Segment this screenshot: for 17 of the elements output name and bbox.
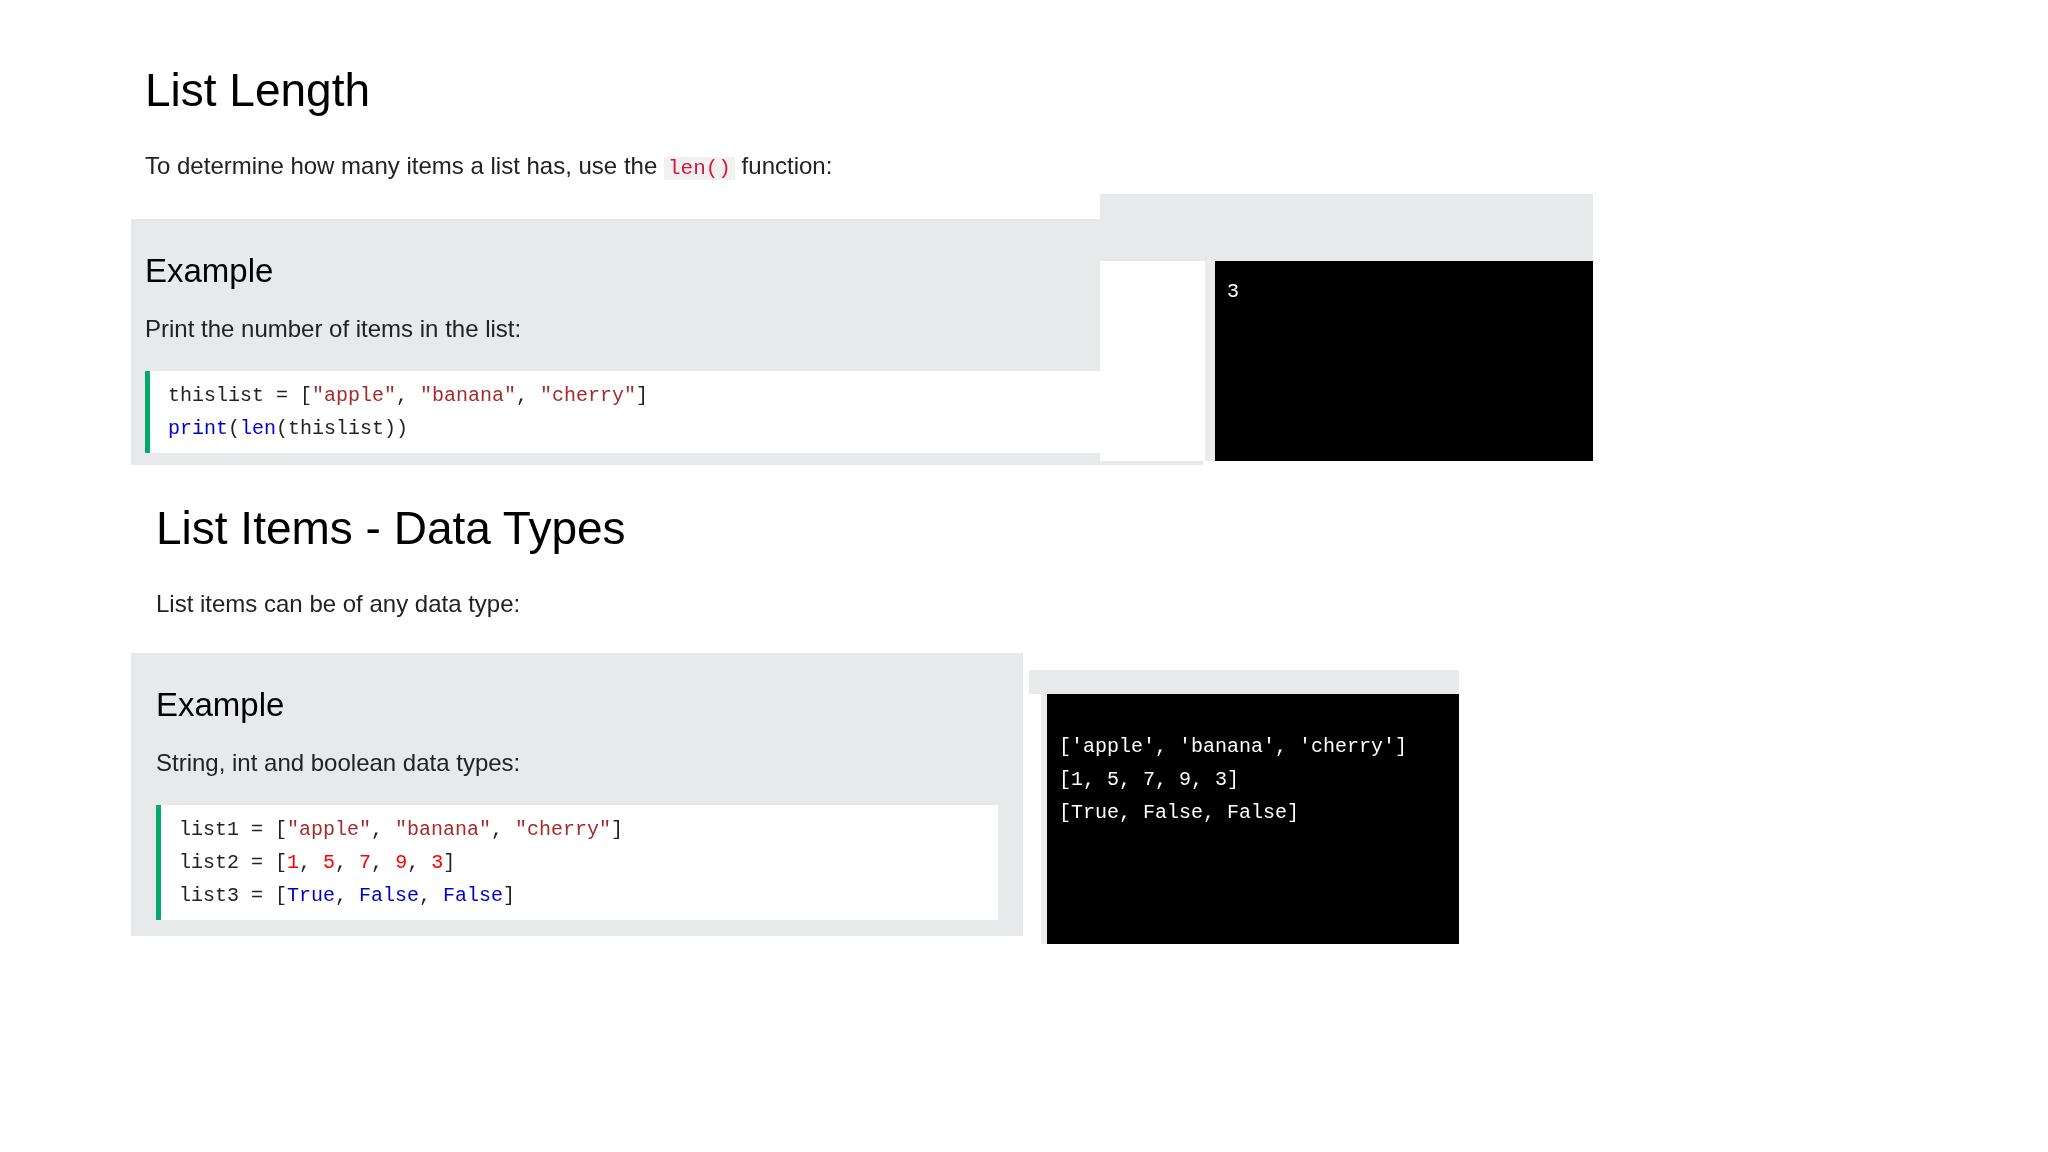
example-heading: Example xyxy=(145,251,275,291)
output-line: [True, False, False] xyxy=(1059,799,1300,826)
code-line: print(len(thislist)) xyxy=(168,416,409,443)
output-line: [1, 5, 7, 9, 3] xyxy=(1059,766,1240,793)
code-line: list2 = [1, 5, 7, 9, 3] xyxy=(179,850,456,876)
example-description: Print the number of items in the list: xyxy=(145,314,523,345)
example-description: String, int and boolean data types: xyxy=(156,748,522,778)
intro-text: List items can be of any data type: xyxy=(156,588,522,619)
section-heading: List Length xyxy=(145,63,372,118)
code-line: list1 = ["apple", "banana", "cherry"] xyxy=(179,817,624,843)
section-heading: List Items - Data Types xyxy=(156,501,627,557)
code-line: thislist = ["apple", "banana", "cherry"] xyxy=(168,383,649,410)
output-line: ['apple', 'banana', 'cherry'] xyxy=(1059,733,1408,760)
code-line: list3 = [True, False, False] xyxy=(179,883,516,909)
example-heading: Example xyxy=(156,684,286,725)
output-line: 3 xyxy=(1227,279,1239,305)
intro-text: To determine how many items a list has, use the len() function: xyxy=(145,150,834,182)
